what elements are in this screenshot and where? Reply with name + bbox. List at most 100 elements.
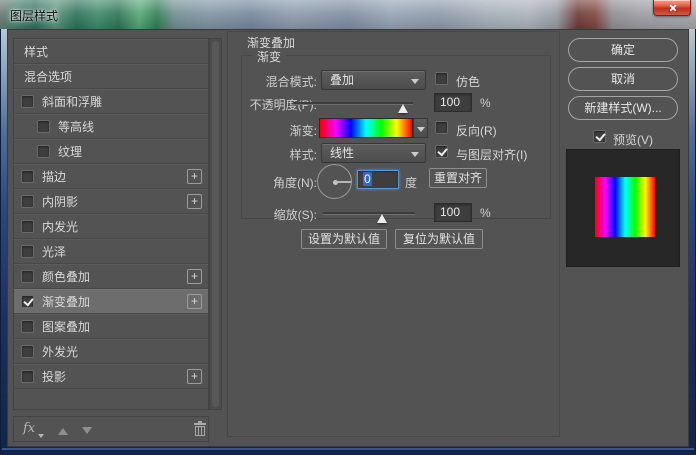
add-effect-button[interactable]: +	[187, 169, 202, 184]
style-label: 样式:	[233, 146, 317, 163]
opacity-input[interactable]: 100	[434, 93, 472, 112]
sidebar-item-outer-glow[interactable]: 外发光	[14, 339, 208, 364]
sidebar-item-label: 投影	[42, 368, 66, 385]
window-frame-edge	[2, 448, 694, 450]
sidebar-item-label: 斜面和浮雕	[42, 93, 102, 110]
sidebar-item-label: 颜色叠加	[42, 268, 90, 285]
checkbox[interactable]	[21, 345, 34, 358]
move-effect-down-icon[interactable]	[82, 427, 92, 439]
move-effect-up-icon[interactable]	[58, 423, 68, 435]
opacity-slider-thumb[interactable]	[398, 99, 408, 113]
reset-default-button[interactable]: 复位为默认值	[395, 229, 483, 249]
gradient-label: 渐变:	[233, 122, 317, 139]
scrollbar-thumb[interactable]	[212, 41, 219, 407]
sidebar-item-satin[interactable]: 光泽	[14, 239, 208, 264]
checkbox[interactable]	[21, 195, 34, 208]
effects-toolbar: fx	[13, 416, 209, 442]
sidebar-item-bevel-emboss[interactable]: 斜面和浮雕	[14, 89, 208, 114]
close-icon	[669, 4, 677, 12]
set-default-button[interactable]: 设置为默认值	[301, 229, 387, 249]
fx-menu-button[interactable]: fx	[23, 421, 35, 436]
sidebar-item-contour[interactable]: 等高线	[14, 114, 208, 139]
delete-effect-icon[interactable]	[194, 422, 206, 437]
align-with-layer-label[interactable]: 与图层对齐(I)	[456, 146, 527, 163]
sidebar-item-inner-shadow[interactable]: 内阴影 +	[14, 189, 208, 214]
checkbox[interactable]	[21, 370, 34, 383]
fx-menu-caret-icon	[38, 434, 44, 441]
gradient-overlay-panel: 渐变叠加 渐变 混合模式: 叠加 仿色 不透明度(P): 100 % 渐变: 反…	[227, 31, 560, 437]
checkbox[interactable]	[21, 295, 34, 308]
preview-thumbnail	[566, 149, 680, 267]
scale-unit: %	[480, 206, 491, 220]
sidebar-item-color-overlay[interactable]: 颜色叠加 +	[14, 264, 208, 289]
scale-input[interactable]: 100	[434, 203, 472, 222]
styles-scrollbar[interactable]	[209, 38, 222, 410]
checkbox[interactable]	[21, 320, 34, 333]
style-select[interactable]: 线性	[321, 143, 426, 163]
window-title: 图层样式	[10, 7, 58, 24]
gradient-group-title: 渐变	[252, 48, 286, 65]
sidebar-item-styles[interactable]: 样式	[14, 39, 208, 64]
effects-list: 样式 混合选项 斜面和浮雕 等高线 纹理 描边 + 内阴影 + 内发	[13, 38, 209, 410]
add-effect-button[interactable]: +	[187, 194, 202, 209]
sidebar-item-gradient-overlay[interactable]: 渐变叠加 +	[14, 289, 208, 314]
sidebar-item-label: 渐变叠加	[42, 293, 90, 310]
angle-dial[interactable]	[317, 164, 352, 199]
close-button[interactable]	[653, 0, 691, 16]
sidebar-item-label: 图案叠加	[42, 318, 90, 335]
gradient-picker-arrow-icon[interactable]	[413, 118, 428, 138]
style-value: 线性	[330, 146, 354, 160]
ok-button[interactable]: 确定	[568, 38, 678, 62]
angle-label: 角度(N):	[233, 174, 317, 191]
reverse-label[interactable]: 反向(R)	[456, 122, 497, 139]
sidebar-item-label: 等高线	[58, 118, 94, 135]
sidebar-item-label: 光泽	[42, 243, 66, 260]
sidebar-item-label: 纹理	[58, 143, 82, 160]
opacity-slider[interactable]	[293, 102, 413, 105]
blend-mode-value: 叠加	[330, 73, 354, 87]
add-effect-button[interactable]: +	[187, 294, 202, 309]
sidebar-item-label: 内阴影	[42, 193, 78, 210]
checkbox[interactable]	[21, 170, 34, 183]
preview-checkbox[interactable]	[593, 130, 606, 143]
reset-alignment-button[interactable]: 重置对齐	[429, 168, 487, 188]
angle-unit: 度	[405, 174, 417, 191]
dither-label[interactable]: 仿色	[456, 73, 480, 90]
add-effect-button[interactable]: +	[187, 269, 202, 284]
sidebar-item-label: 外发光	[42, 343, 78, 360]
checkbox[interactable]	[21, 220, 34, 233]
sidebar-item-label: 描边	[42, 168, 66, 185]
reverse-checkbox[interactable]	[435, 121, 448, 134]
checkbox[interactable]	[21, 95, 34, 108]
blend-mode-select[interactable]: 叠加	[321, 70, 426, 90]
new-style-button[interactable]: 新建样式(W)...	[568, 96, 678, 120]
scale-slider[interactable]	[323, 212, 415, 215]
angle-value: 0	[363, 172, 372, 186]
sidebar-item-drop-shadow[interactable]: 投影 +	[14, 364, 208, 389]
sidebar-item-inner-glow[interactable]: 内发光	[14, 214, 208, 239]
preview-label[interactable]: 预览(V)	[613, 131, 653, 148]
sidebar-item-label: 混合选项	[24, 68, 72, 85]
add-effect-button[interactable]: +	[187, 369, 202, 384]
angle-input[interactable]: 0	[357, 170, 399, 189]
cancel-button[interactable]: 取消	[568, 67, 678, 91]
checkbox[interactable]	[37, 145, 50, 158]
checkbox[interactable]	[37, 120, 50, 133]
blend-mode-label: 混合模式:	[233, 73, 317, 90]
sidebar-item-label: 样式	[24, 43, 48, 60]
sidebar-item-label: 内发光	[42, 218, 78, 235]
sidebar-item-texture[interactable]: 纹理	[14, 139, 208, 164]
title-bar[interactable]: 图层样式	[0, 0, 696, 29]
dither-checkbox[interactable]	[435, 72, 448, 85]
gradient-swatch[interactable]	[319, 118, 413, 138]
align-with-layer-checkbox[interactable]	[435, 145, 448, 158]
checkbox[interactable]	[21, 245, 34, 258]
opacity-unit: %	[480, 96, 491, 110]
sidebar-item-stroke[interactable]: 描边 +	[14, 164, 208, 189]
sidebar-item-pattern-overlay[interactable]: 图案叠加	[14, 314, 208, 339]
scale-label: 缩放(S):	[233, 206, 317, 223]
checkbox[interactable]	[21, 270, 34, 283]
layer-style-dialog-window: 图层样式 样式 混合选项 斜面和浮雕 等高线 纹理 描边 + 内	[0, 0, 696, 455]
scale-slider-thumb[interactable]	[377, 209, 387, 223]
sidebar-item-blending-options[interactable]: 混合选项	[14, 64, 208, 89]
